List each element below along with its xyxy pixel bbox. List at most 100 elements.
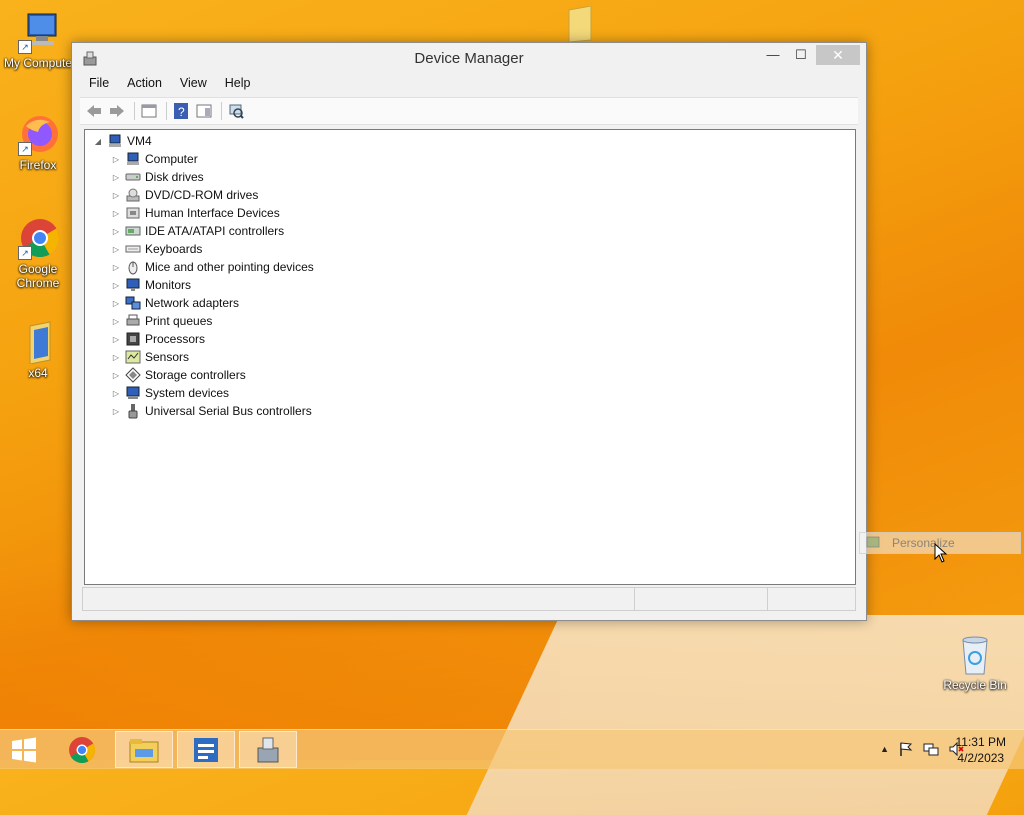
ide-controller-icon	[125, 226, 141, 236]
desktop-icon-label: Google Chrome	[16, 262, 60, 290]
expand-arrow-icon[interactable]: ▷	[109, 389, 123, 398]
tree-item-storage-controllers[interactable]: ▷ Storage controllers	[109, 366, 246, 384]
expand-arrow-icon[interactable]: ▷	[109, 155, 123, 164]
keyboard-icon	[125, 245, 141, 253]
menu-help[interactable]: Help	[216, 73, 260, 95]
desktop-icon-label: Firefox	[19, 158, 57, 172]
show-hidden-icons-icon[interactable]: ▲	[880, 744, 889, 754]
tree-item-sensors[interactable]: ▷ Sensors	[109, 348, 189, 366]
expand-arrow-icon[interactable]: ▷	[109, 299, 123, 308]
toolbar: ?	[80, 97, 858, 125]
properties-view-icon	[141, 104, 157, 118]
clock-time: 11:31 PM	[955, 735, 1006, 749]
tree-item-label: Print queues	[145, 314, 213, 328]
menu-action[interactable]: Action	[118, 73, 171, 95]
start-button[interactable]	[0, 731, 48, 768]
action-center-flag-icon[interactable]	[898, 741, 914, 757]
expand-arrow-icon[interactable]: ▷	[109, 335, 123, 344]
expand-arrow-icon[interactable]: ▷	[109, 353, 123, 362]
tree-item-network-adapters[interactable]: ▷ Network adapters	[109, 294, 239, 312]
maximize-button[interactable]: ☐	[788, 45, 814, 65]
tree-item-human-interface-devices[interactable]: ▷ Human Interface Devices	[109, 204, 280, 222]
tree-root-label: VM4	[127, 134, 152, 148]
computer-icon	[127, 152, 139, 165]
tree-item-label: Keyboards	[145, 242, 203, 256]
chrome-icon	[69, 736, 95, 763]
device-tree[interactable]: ◢ VM4 ▷ Computer ▷ Disk drives ▷ DVD/CD-ROM d…	[84, 129, 856, 585]
desktop-icon-label: Recycle Bin	[943, 678, 1007, 692]
window-title: Device Manager	[414, 50, 524, 67]
tree-item-keyboards[interactable]: ▷ Keyboards	[109, 240, 202, 258]
tree-item-processors[interactable]: ▷ Processors	[109, 330, 205, 348]
tree-item-label: Sensors	[145, 350, 190, 364]
expand-arrow-icon[interactable]: ▷	[109, 227, 123, 236]
system-device-icon	[126, 386, 140, 399]
device-manager-taskbar-button[interactable]	[239, 731, 297, 768]
expand-arrow-icon[interactable]: ▷	[109, 191, 123, 200]
desktop-icon-firefox[interactable]: ↗ Firefox	[0, 112, 76, 172]
tree-item-mice-and-other-pointing-devices[interactable]: ▷ Mice and other pointing devices	[109, 258, 314, 276]
folder-icon	[16, 320, 60, 365]
desktop-folder-icon[interactable]	[565, 5, 595, 43]
tree-item-label: Computer	[145, 152, 198, 166]
recycle-bin-icon	[953, 632, 997, 676]
expand-arrow-icon[interactable]: ▷	[109, 317, 123, 326]
tree-item-label: Processors	[145, 332, 206, 346]
tree-item-system-devices[interactable]: ▷ System devices	[109, 384, 229, 402]
monitor-icon	[126, 278, 140, 291]
tree-item-label: Network adapters	[145, 296, 240, 310]
menu-file[interactable]: File	[80, 73, 118, 95]
clock-date: 4/2/2023	[957, 751, 1005, 765]
server-manager-taskbar-button[interactable]	[177, 731, 235, 768]
tree-item-monitors[interactable]: ▷ Monitors	[109, 276, 191, 294]
expand-arrow-icon[interactable]: ▷	[109, 245, 123, 254]
device-manager-window[interactable]: Device Manager — ☐ ✕ File Action View He…	[71, 42, 867, 621]
taskbar-clock[interactable]: 11:31 PM 4/2/2023	[956, 734, 1006, 766]
expand-arrow-icon[interactable]: ▷	[109, 263, 123, 272]
network-adapter-icon	[125, 296, 141, 310]
show-hide-console-button[interactable]	[194, 101, 214, 121]
tree-item-disk-drives[interactable]: ▷ Disk drives	[109, 168, 204, 186]
desktop-icon-my-computer[interactable]: ↗ My Compute	[0, 10, 76, 70]
system-tray: ▲	[880, 741, 964, 757]
back-button[interactable]	[84, 101, 104, 121]
chrome-taskbar-button[interactable]	[53, 731, 111, 768]
properties-view-button[interactable]	[139, 101, 159, 121]
desktop-icon-x64[interactable]: x64	[0, 320, 76, 380]
file-explorer-taskbar-button[interactable]	[115, 731, 173, 768]
tree-root-vm4[interactable]: ◢ VM4	[91, 132, 152, 150]
network-icon[interactable]	[923, 741, 939, 757]
expand-arrow-icon[interactable]: ▷	[109, 371, 123, 380]
forward-button[interactable]	[107, 101, 127, 121]
expand-arrow-icon[interactable]: ▷	[109, 281, 123, 290]
tree-item-label: DVD/CD-ROM drives	[145, 188, 259, 202]
scan-hardware-button[interactable]	[226, 101, 246, 121]
chrome-icon: ↗	[16, 216, 60, 260]
storage-controller-icon	[125, 367, 141, 383]
tree-item-ide-ata-atapi-controllers[interactable]: ▷ IDE ATA/ATAPI controllers	[109, 222, 284, 240]
tree-item-label: Storage controllers	[145, 368, 246, 382]
close-button[interactable]: ✕	[816, 45, 860, 65]
svg-text:?: ?	[178, 105, 185, 119]
forward-icon	[110, 105, 124, 117]
personalize-icon	[866, 536, 880, 548]
help-icon: ?	[174, 103, 188, 119]
expand-arrow-icon[interactable]: ▷	[109, 209, 123, 218]
collapse-arrow-icon[interactable]: ◢	[91, 137, 105, 146]
title-bar[interactable]: Device Manager — ☐ ✕	[72, 43, 866, 73]
expand-arrow-icon[interactable]: ▷	[109, 407, 123, 416]
tree-item-universal-serial-bus-controllers[interactable]: ▷ Universal Serial Bus controllers	[109, 402, 312, 420]
help-button[interactable]: ?	[171, 101, 191, 121]
desktop-icon-recycle-bin[interactable]: Recycle Bin	[937, 632, 1013, 692]
back-icon	[87, 105, 101, 117]
tree-item-dvd-cd-rom-drives[interactable]: ▷ DVD/CD-ROM drives	[109, 186, 258, 204]
hid-icon	[126, 207, 140, 219]
menu-view[interactable]: View	[171, 73, 216, 95]
tree-item-computer[interactable]: ▷ Computer	[109, 150, 198, 168]
desktop-icon-google-chrome[interactable]: ↗ Google Chrome	[0, 216, 76, 290]
status-divider	[767, 588, 768, 610]
minimize-button[interactable]: —	[760, 45, 786, 65]
tree-item-print-queues[interactable]: ▷ Print queues	[109, 312, 212, 330]
expand-arrow-icon[interactable]: ▷	[109, 173, 123, 182]
tree-item-label: IDE ATA/ATAPI controllers	[145, 224, 285, 238]
